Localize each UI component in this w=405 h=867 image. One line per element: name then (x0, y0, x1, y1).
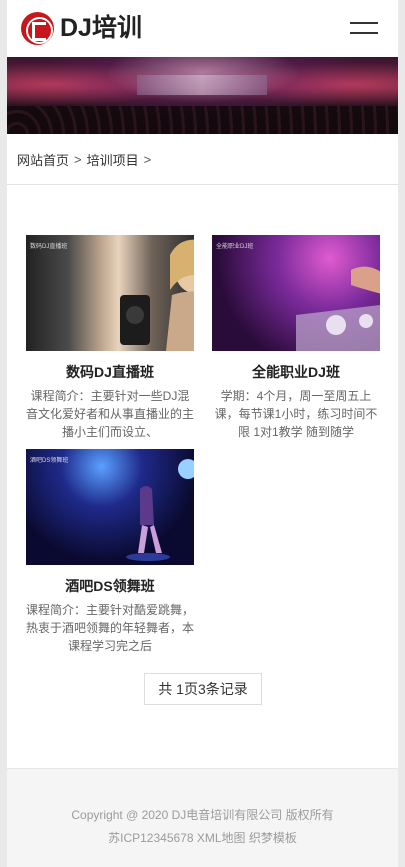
breadcrumb-separator: > (74, 151, 82, 167)
banner-crowd (7, 106, 398, 134)
site-footer: Copyright @ 2020 DJ电音培训有限公司 版权所有 苏ICP123… (7, 768, 398, 867)
course-title[interactable]: 数码DJ直播班 (26, 363, 194, 381)
course-image[interactable]: 酒吧DS领舞班 (26, 449, 194, 565)
dj-mixer-illustration (296, 266, 380, 351)
course-image-caption: 酒吧DS领舞班 (30, 458, 69, 464)
course-title[interactable]: 酒吧DS领舞班 (26, 577, 194, 595)
pagination-info: 共 1页3条记录 (144, 673, 262, 705)
footer-copyright: Copyright @ 2020 DJ电音培训有限公司 版权所有 (71, 808, 334, 822)
dj-woman-illustration (120, 239, 194, 351)
course-card[interactable]: 全能职业DJ班 全能职业DJ班 学期：4个月，周一至周五上课，每节课1小时，练习… (212, 235, 380, 441)
breadcrumb-current-link[interactable]: 培训项目 (87, 150, 139, 169)
course-description: 课程简介：主要针对一些DJ混音文化爱好者和从事直播业的主播小主们而设立、 (26, 389, 195, 439)
course-image[interactable]: 全能职业DJ班 (212, 235, 380, 351)
course-image-caption: 数码DJ直播班 (30, 244, 68, 250)
course-description: 学期：4个月，周一至周五上课，每节课1小时，练习时间不限 1对1教学 随到随学 (214, 389, 378, 439)
course-description: 课程简介：主要针对酷爱跳舞，热衷于酒吧领舞的年轻舞者，本课程学习完之后 (26, 603, 195, 653)
course-card[interactable]: 数码DJ直播班 数码DJ直播班 课程简介：主要针对一些DJ混音文化爱好者和从事直… (26, 235, 194, 441)
breadcrumb-home-link[interactable]: 网站首页 (17, 150, 69, 169)
dancer-illustration (126, 459, 194, 561)
hamburger-menu-icon[interactable] (350, 22, 378, 36)
site-logo[interactable]: DJ培训 (21, 12, 142, 45)
hero-banner-image (7, 57, 398, 134)
footer-links[interactable]: 苏ICP12345678 XML地图 织梦模板 (7, 827, 398, 850)
breadcrumb-separator: > (143, 151, 152, 167)
breadcrumb: 网站首页 > 培训项目 > (7, 134, 398, 185)
course-image-caption: 全能职业DJ班 (216, 244, 254, 250)
logo-text: DJ培训 (60, 14, 142, 42)
logo-mark-icon (21, 12, 54, 45)
course-card[interactable]: 酒吧DS领舞班 酒吧DS领舞班 课程简介：主要针对酷爱跳舞，热衷于酒吧领舞的年轻… (26, 449, 194, 655)
course-title[interactable]: 全能职业DJ班 (212, 363, 380, 381)
course-image[interactable]: 数码DJ直播班 (26, 235, 194, 351)
site-header: DJ培训 (7, 0, 398, 57)
banner-stage-lights (137, 75, 267, 95)
